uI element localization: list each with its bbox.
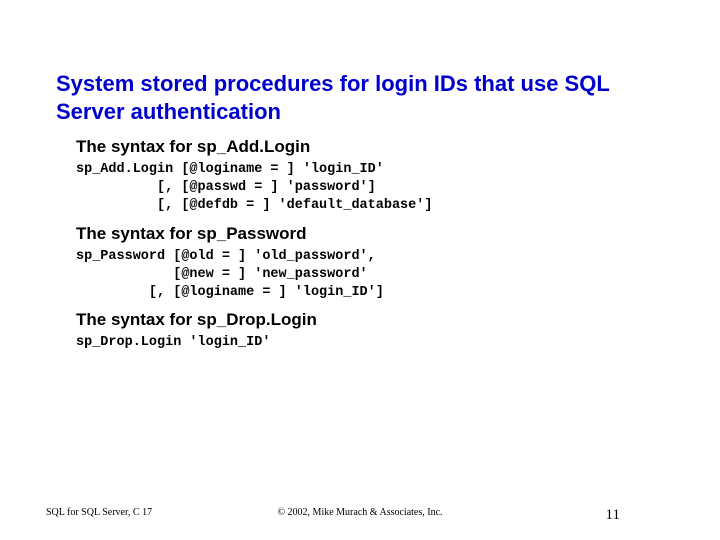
code-password: sp_Password [@old = ] 'old_password', [@… xyxy=(76,248,664,303)
subhead-addlogin: The syntax for sp_Add.Login xyxy=(76,137,664,157)
footer: SQL for SQL Server, C 17 © 2002, Mike Mu… xyxy=(0,507,720,518)
section-addlogin: The syntax for sp_Add.Login sp_Add.Login… xyxy=(76,137,664,216)
slide-title: System stored procedures for login IDs t… xyxy=(56,70,664,125)
footer-right: 11 xyxy=(606,507,620,524)
subhead-password: The syntax for sp_Password xyxy=(76,224,664,244)
slide: System stored procedures for login IDs t… xyxy=(0,0,720,540)
section-password: The syntax for sp_Password sp_Password [… xyxy=(76,224,664,303)
code-droplogin: sp_Drop.Login 'login_ID' xyxy=(76,334,664,352)
code-addlogin: sp_Add.Login [@loginame = ] 'login_ID' [… xyxy=(76,161,664,216)
subhead-droplogin: The syntax for sp_Drop.Login xyxy=(76,310,664,330)
section-droplogin: The syntax for sp_Drop.Login sp_Drop.Log… xyxy=(76,310,664,352)
footer-left: SQL for SQL Server, C 17 xyxy=(46,507,152,518)
